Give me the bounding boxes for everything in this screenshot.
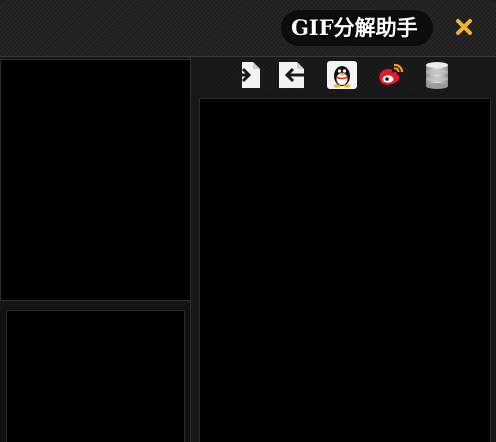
weibo-button[interactable] [374,60,406,90]
close-button[interactable] [450,13,478,41]
close-icon [456,19,472,35]
export-button[interactable] [277,60,309,90]
qq-penguin-icon [327,61,357,89]
vertical-separator [190,57,191,442]
database-icon [426,62,448,89]
frames-panel [199,98,491,442]
thumbnail-panel [6,310,185,442]
panel-divider[interactable] [0,300,191,309]
database-button[interactable] [421,60,453,90]
export-arrow-icon [279,62,307,88]
app-window: GIF分解助手 [0,0,496,442]
app-title: GIF分解助手 [291,15,418,40]
qq-button[interactable] [326,60,358,90]
import-button[interactable] [229,60,261,90]
import-arrow-icon [232,62,260,88]
preview-panel [0,59,191,301]
weibo-icon [379,63,404,85]
